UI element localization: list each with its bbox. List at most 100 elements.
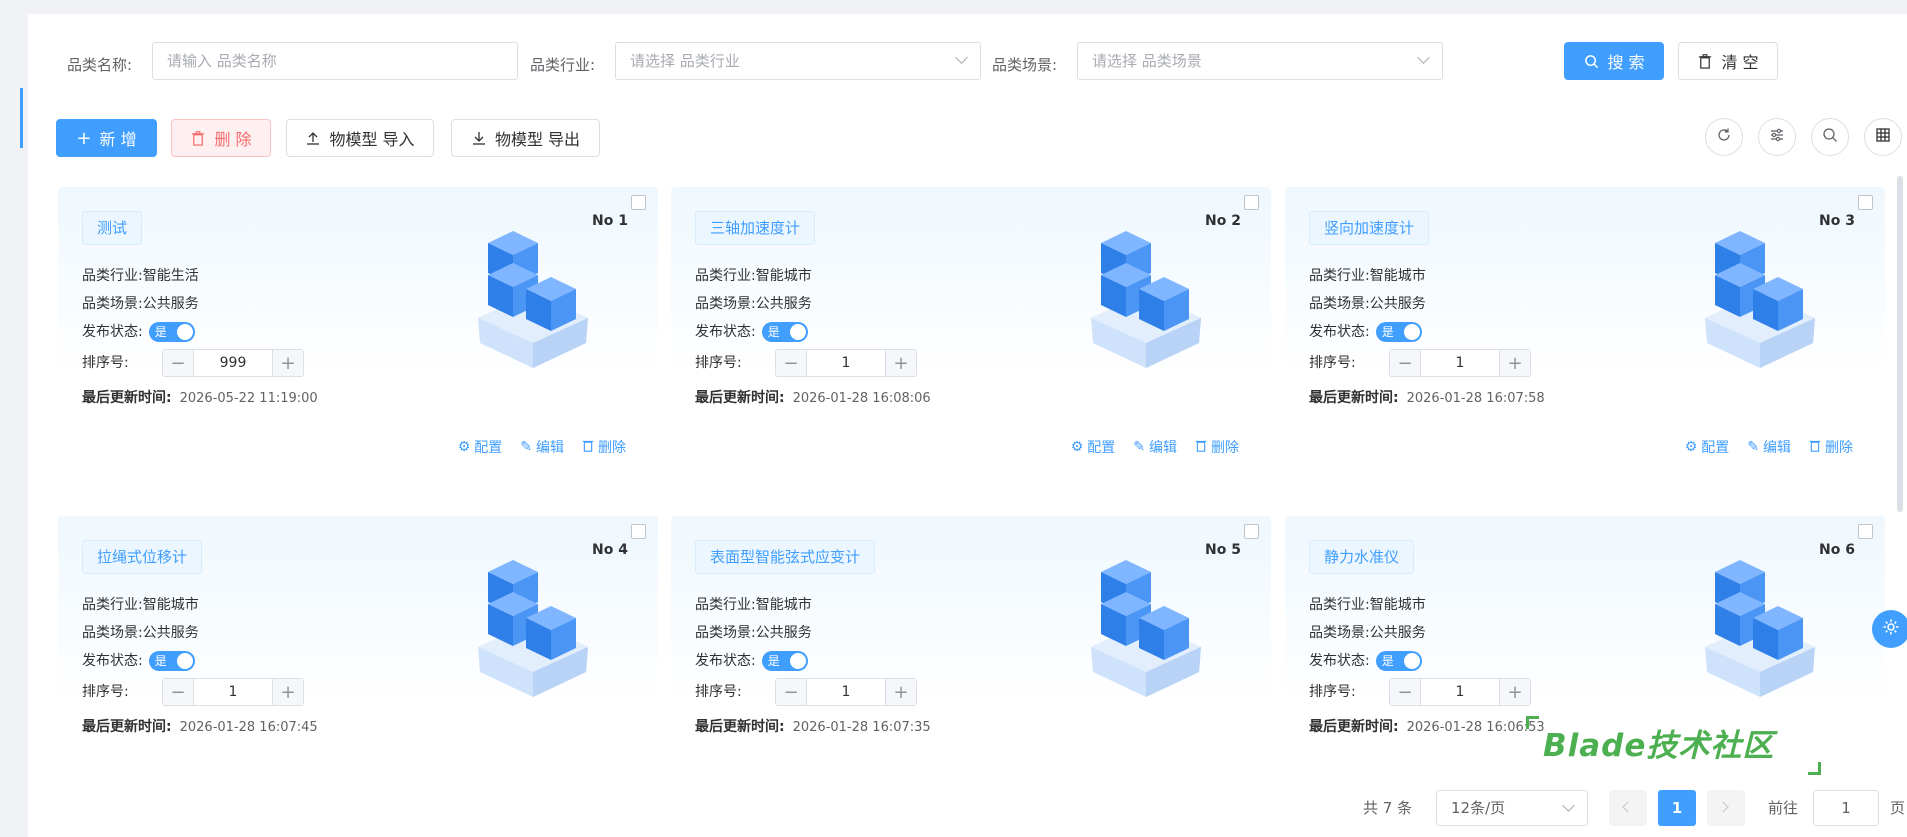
card-status: 发布状态: 是 — [1309, 321, 1422, 342]
increase-button[interactable]: + — [1499, 679, 1530, 705]
sort-stepper[interactable]: −1 + — [162, 678, 304, 706]
card-title-tag[interactable]: 测试 — [82, 211, 143, 245]
delete-link[interactable]: 删除 — [1195, 437, 1239, 457]
edit-link[interactable]: ✎ 编辑 — [1747, 437, 1791, 457]
decrease-button[interactable]: − — [1390, 350, 1421, 376]
sort-stepper[interactable]: −1 + — [775, 349, 917, 377]
delete-link[interactable]: 删除 — [1809, 437, 1853, 457]
sort-stepper[interactable]: −999 + — [162, 349, 304, 377]
export-button[interactable]: 物模型 导出 — [451, 119, 600, 157]
next-page-button[interactable] — [1707, 790, 1745, 826]
import-button[interactable]: 物模型 导入 — [286, 119, 434, 157]
decrease-button[interactable]: − — [163, 679, 194, 705]
decrease-button[interactable]: − — [1390, 679, 1421, 705]
page-1-button[interactable]: 1 — [1658, 790, 1696, 826]
publish-switch[interactable]: 是 — [148, 322, 195, 342]
time-key: 最后更新时间: — [695, 390, 785, 406]
config-link[interactable]: ⚙ 配置 — [1071, 437, 1116, 457]
grid-view-button[interactable] — [1864, 118, 1902, 156]
refresh-button[interactable] — [1705, 118, 1743, 156]
card-sort: 排序号: −1 + — [82, 678, 342, 706]
industry-select[interactable]: 请选择 品类行业 — [615, 42, 981, 80]
sort-key: 排序号: — [1309, 355, 1356, 371]
sort-stepper[interactable]: −1 + — [1389, 678, 1531, 706]
switch-text: 是 — [1381, 654, 1394, 668]
decrease-button[interactable]: − — [776, 679, 807, 705]
card-checkbox[interactable] — [1244, 195, 1259, 210]
edit-icon: ✎ — [1747, 439, 1759, 455]
increase-button[interactable]: + — [272, 350, 303, 376]
sort-value[interactable]: 1 — [194, 679, 272, 705]
publish-switch[interactable]: 是 — [148, 651, 195, 671]
edit-link[interactable]: ✎ 编辑 — [1133, 437, 1177, 457]
sort-value[interactable]: 1 — [1421, 679, 1499, 705]
card-checkbox[interactable] — [1858, 524, 1873, 539]
toggle-search-button[interactable] — [1811, 118, 1849, 156]
delete-link[interactable]: 删除 — [582, 437, 626, 457]
card-checkbox[interactable] — [631, 524, 646, 539]
scene-select[interactable]: 请选择 品类场景 — [1077, 42, 1443, 80]
search-form: 品类名称: 请输入 品类名称 品类行业: 请选择 品类行业 品类场景: 请选择 … — [28, 42, 1907, 86]
switch-knob — [176, 324, 193, 340]
switch-text: 是 — [1381, 325, 1394, 339]
publish-switch[interactable]: 是 — [761, 651, 808, 671]
vertical-scrollbar[interactable] — [1897, 176, 1903, 512]
batch-delete-button[interactable]: 删 除 — [171, 119, 271, 157]
card-title-tag[interactable]: 拉绳式位移计 — [82, 540, 203, 574]
prev-page-button[interactable] — [1609, 790, 1647, 826]
cube-illustration-icon — [1081, 223, 1211, 373]
settings-float-button[interactable] — [1872, 610, 1907, 648]
search-button[interactable]: 搜 索 — [1564, 42, 1664, 80]
increase-button[interactable]: + — [272, 679, 303, 705]
switch-knob — [789, 653, 806, 669]
goto-page-input[interactable]: 1 — [1813, 790, 1879, 826]
publish-switch[interactable]: 是 — [1375, 322, 1422, 342]
scene-value: 公共服务 — [755, 296, 812, 312]
config-link[interactable]: ⚙ 配置 — [1685, 437, 1730, 457]
decrease-button[interactable]: − — [776, 350, 807, 376]
publish-switch[interactable]: 是 — [1375, 651, 1422, 671]
sort-stepper[interactable]: −1 + — [1389, 349, 1531, 377]
download-icon — [471, 130, 487, 146]
card-title-tag[interactable]: 表面型智能弦式应变计 — [695, 540, 876, 574]
card-checkbox[interactable] — [631, 195, 646, 210]
name-input[interactable]: 请输入 品类名称 — [152, 42, 518, 80]
increase-button[interactable]: + — [1499, 350, 1530, 376]
cube-illustration-icon — [1695, 552, 1825, 702]
add-button[interactable]: + 新 增 — [56, 119, 157, 157]
sort-stepper[interactable]: −1 + — [775, 678, 917, 706]
sort-value[interactable]: 1 — [807, 679, 885, 705]
card-checkbox[interactable] — [1244, 524, 1259, 539]
card-sort: 排序号: −1 + — [695, 349, 955, 377]
edit-link[interactable]: ✎ 编辑 — [520, 437, 564, 457]
sort-value[interactable]: 999 — [194, 350, 272, 376]
card-title-tag[interactable]: 竖向加速度计 — [1309, 211, 1430, 245]
publish-switch[interactable]: 是 — [761, 322, 808, 342]
sort-value[interactable]: 1 — [1421, 350, 1499, 376]
card-status: 发布状态: 是 — [695, 321, 808, 342]
batch-delete-button-label: 删 除 — [214, 130, 252, 149]
upload-icon — [305, 130, 321, 146]
card-title-tag[interactable]: 静力水准仪 — [1309, 540, 1415, 574]
increase-button[interactable]: + — [885, 679, 916, 705]
scene-key: 品类场景: — [1309, 296, 1370, 312]
decrease-button[interactable]: − — [163, 350, 194, 376]
config-link[interactable]: ⚙ 配置 — [458, 437, 503, 457]
switch-text: 是 — [154, 654, 167, 668]
card-title-tag[interactable]: 三轴加速度计 — [695, 211, 816, 245]
pagination-total: 共 7 条 — [1363, 799, 1413, 817]
trash-icon — [1809, 439, 1821, 456]
switch-knob — [176, 653, 193, 669]
time-value: 2026-01-28 16:08:06 — [792, 391, 931, 406]
card-checkbox[interactable] — [1858, 195, 1873, 210]
sort-value[interactable]: 1 — [807, 350, 885, 376]
switch-text: 是 — [767, 325, 780, 339]
card-industry: 品类行业:智能城市 — [1309, 594, 1426, 614]
page-size-select[interactable]: 12条/页 — [1436, 790, 1588, 826]
time-value: 2026-01-28 16:07:35 — [792, 720, 931, 735]
increase-button[interactable]: + — [885, 350, 916, 376]
time-value: 2026-01-28 16:07:58 — [1406, 391, 1545, 406]
switch-knob — [1403, 324, 1420, 340]
clear-button[interactable]: 清 空 — [1678, 42, 1778, 80]
filter-settings-button[interactable] — [1758, 118, 1796, 156]
